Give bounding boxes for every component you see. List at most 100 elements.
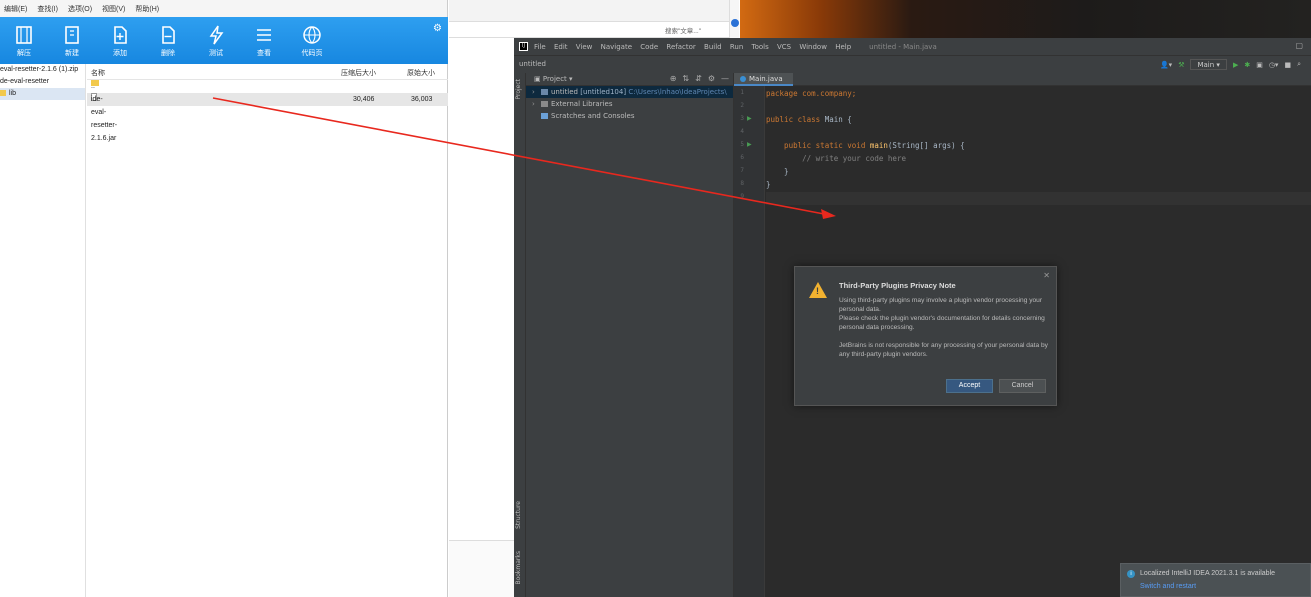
module-folder-icon xyxy=(541,89,548,95)
tab-project[interactable]: Project xyxy=(515,79,522,100)
cancel-button[interactable]: Cancel xyxy=(999,379,1046,393)
table-row[interactable]: .. xyxy=(87,80,448,93)
add-file-button[interactable]: 添加 xyxy=(96,17,144,64)
dialog-paragraph: Please check the plugin vendor's documen… xyxy=(839,315,1045,331)
extract-button[interactable]: 解压 xyxy=(0,17,48,64)
run-icon[interactable]: ▶ xyxy=(1233,61,1238,69)
menu-edit[interactable]: 编辑(E) xyxy=(4,4,27,14)
browser-search-box[interactable]: 搜索"文章..." xyxy=(665,25,701,35)
code-line: public class Main { xyxy=(766,115,852,124)
menu-refactor[interactable]: Refactor xyxy=(666,43,695,51)
build-hammer-icon[interactable]: ⚒ xyxy=(1178,61,1184,69)
menu-view[interactable]: 视图(V) xyxy=(102,4,125,14)
tab-main-java[interactable]: Main.java xyxy=(734,73,793,86)
info-icon: i xyxy=(1127,570,1135,578)
tree-item-scratches[interactable]: Scratches and Consoles xyxy=(526,110,733,122)
dialog-paragraph: JetBrains is not responsible for any pro… xyxy=(839,342,1048,358)
tree-item-external-libraries[interactable]: › External Libraries xyxy=(526,98,733,110)
edge-icon[interactable] xyxy=(731,19,739,27)
menu-navigate[interactable]: Navigate xyxy=(601,43,632,51)
caret-line xyxy=(766,192,1311,205)
profile-icon[interactable]: ◷▾ xyxy=(1269,61,1279,69)
java-class-icon xyxy=(740,76,746,82)
ide-title-bar: IJ File Edit View Navigate Code Refactor… xyxy=(514,38,1311,55)
menu-tools[interactable]: Tools xyxy=(752,43,769,51)
search-icon[interactable]: ⌕ xyxy=(1297,60,1301,69)
collapse-all-icon[interactable]: ⇵ xyxy=(695,74,702,83)
library-icon xyxy=(541,101,548,107)
delete-file-icon xyxy=(162,25,175,44)
column-name[interactable]: 名称 xyxy=(91,68,105,78)
browser-bottom-panel xyxy=(449,540,519,597)
settings-gear-icon[interactable]: ⚙ xyxy=(433,23,442,34)
window-title: untitled - Main.java xyxy=(869,42,937,51)
column-original-size[interactable]: 原始大小 xyxy=(407,68,435,78)
accept-button[interactable]: Accept xyxy=(946,379,993,393)
tree-item-folder[interactable]: de-eval-resetter xyxy=(0,76,85,88)
user-icon[interactable]: 👤▾ xyxy=(1160,61,1172,69)
intellij-logo-icon: IJ xyxy=(519,42,528,51)
new-archive-icon xyxy=(65,25,79,44)
menu-options[interactable]: 选项(O) xyxy=(68,4,92,14)
codepage-icon xyxy=(303,25,321,44)
menu-help[interactable]: Help xyxy=(835,43,851,51)
close-icon[interactable]: ✕ xyxy=(1043,271,1050,280)
code-line: public static void main(String[] args) { xyxy=(766,141,965,150)
tab-bookmarks[interactable]: Bookmarks xyxy=(515,551,522,585)
menu-view[interactable]: View xyxy=(576,43,593,51)
archiver-menu-bar: 编辑(E) 查找(I) 选项(O) 视图(V) 帮助(H) xyxy=(0,0,447,17)
run-main-gutter-icon[interactable]: ▶ xyxy=(747,141,752,148)
gear-icon[interactable]: ⚙ xyxy=(708,74,715,83)
breadcrumb[interactable]: untitled xyxy=(519,60,546,68)
dialog-title: Third-Party Plugins Privacy Note xyxy=(839,281,956,290)
ide-menu-bar: File Edit View Navigate Code Refactor Bu… xyxy=(534,43,857,51)
column-compressed-size[interactable]: 压缩后大小 xyxy=(341,68,376,78)
menu-vcs[interactable]: VCS xyxy=(777,43,791,51)
stop-icon[interactable]: ■ xyxy=(1284,61,1291,69)
tab-structure[interactable]: Structure xyxy=(515,501,522,529)
menu-code[interactable]: Code xyxy=(640,43,658,51)
project-view-select[interactable]: ▣ Project ▾ xyxy=(534,75,573,83)
archiver-window: 编辑(E) 查找(I) 选项(O) 视图(V) 帮助(H) 解压 新建 添加 删… xyxy=(0,0,448,597)
hide-icon[interactable]: — xyxy=(721,74,729,83)
archive-folder-tree: eval-resetter-2.1.6 (1).zip de-eval-rese… xyxy=(0,64,86,597)
menu-edit[interactable]: Edit xyxy=(554,43,568,51)
editor-tab-bar: Main.java xyxy=(734,73,1311,86)
run-config-select[interactable]: Main ▾ xyxy=(1190,59,1227,70)
expand-all-icon[interactable]: ⇅ xyxy=(682,74,689,83)
project-panel: ▣ Project ▾ ⊕ ⇅ ⇵ ⚙ — › untitled [untitl… xyxy=(526,73,734,597)
add-file-icon xyxy=(114,25,127,44)
archive-file-list: 名称 压缩后大小 原始大小 .. ide-eval-resetter-2.1.6… xyxy=(87,64,448,597)
run-class-gutter-icon[interactable]: ▶ xyxy=(747,115,752,122)
coverage-icon[interactable]: ▣ xyxy=(1256,61,1263,69)
table-row[interactable]: ide-eval-resetter-2.1.6.jar 30,406 36,00… xyxy=(87,93,448,142)
locate-icon[interactable]: ⊕ xyxy=(670,74,677,83)
switch-restart-link[interactable]: Switch and restart xyxy=(1140,583,1196,590)
maximize-icon[interactable]: ▢ xyxy=(1295,41,1303,50)
run-toolbar: 👤▾ ⚒ Main ▾ ▶ ✱ ▣ ◷▾ ■ ⌕ xyxy=(1160,59,1301,70)
expand-arrow-icon[interactable]: › xyxy=(532,98,535,110)
menu-window[interactable]: Window xyxy=(799,43,827,51)
project-panel-header: ▣ Project ▾ ⊕ ⇅ ⇵ ⚙ — xyxy=(526,73,733,86)
new-archive-button[interactable]: 新建 xyxy=(48,17,96,64)
expand-arrow-icon[interactable]: › xyxy=(532,86,535,98)
menu-help[interactable]: 帮助(H) xyxy=(135,4,159,14)
debug-icon[interactable]: ✱ xyxy=(1244,61,1250,69)
tree-item-untitled[interactable]: › untitled [untitled104] C:\Users\lnhao\… xyxy=(526,86,733,98)
editor-gutter: 1 2 3 ▶ 4 5 ▶ 6 7 8 9 xyxy=(734,86,765,597)
view-button[interactable]: 查看 xyxy=(240,17,288,64)
code-line: // write your code here xyxy=(766,154,906,163)
update-notification: i Localized IntelliJ IDEA 2021.3.1 is av… xyxy=(1120,563,1311,597)
test-button[interactable]: 测试 xyxy=(192,17,240,64)
menu-file[interactable]: File xyxy=(534,43,546,51)
menu-run[interactable]: Run xyxy=(730,43,743,51)
codepage-button[interactable]: 代码页 xyxy=(288,17,336,64)
archiver-toolbar: 解压 新建 添加 删除 测试 查看 代码页 ⚙ xyxy=(0,17,448,64)
menu-build[interactable]: Build xyxy=(704,43,722,51)
delete-file-button[interactable]: 删除 xyxy=(144,17,192,64)
tree-item-lib[interactable]: lib xyxy=(0,88,85,100)
code-line: package com.company; xyxy=(766,89,857,98)
tree-item-zip[interactable]: eval-resetter-2.1.6 (1).zip xyxy=(0,64,85,76)
scratches-icon xyxy=(541,113,548,119)
menu-find[interactable]: 查找(I) xyxy=(37,4,58,14)
